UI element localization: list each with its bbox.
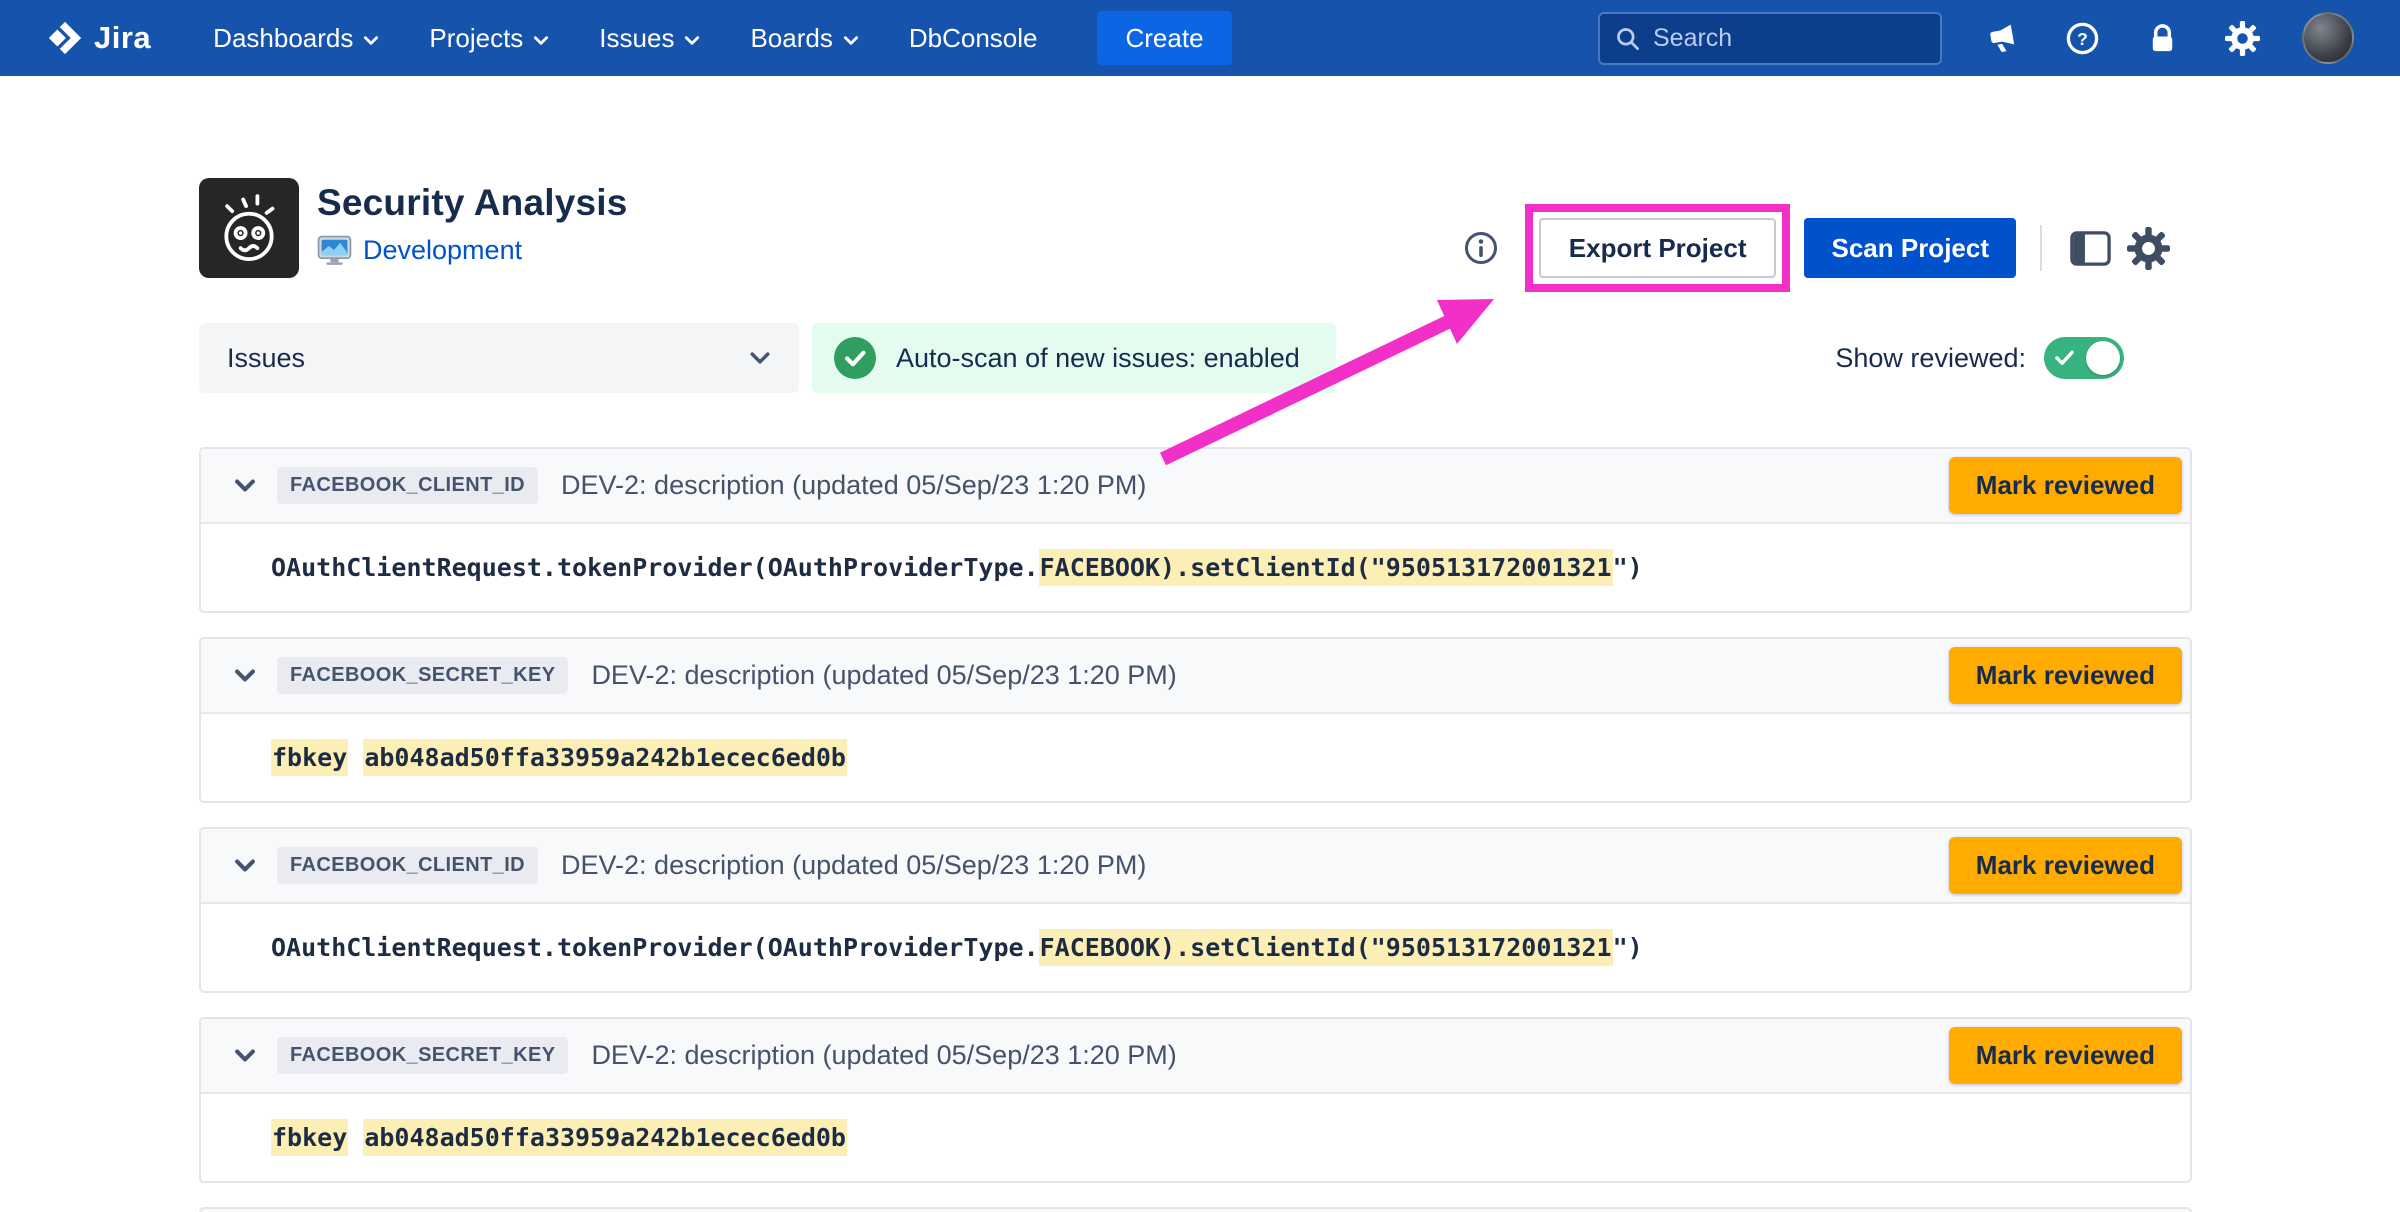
nav-dbconsole[interactable]: DbConsole [909, 23, 1038, 54]
issue-card: FACEBOOK_CLIENT_ID DEV-2: description (u… [199, 447, 2192, 613]
vertical-divider [2040, 225, 2042, 271]
project-meta: Security Analysis Development [317, 178, 628, 278]
dizzy-face-icon [207, 186, 291, 270]
issue-summary: DEV-2: description (updated 05/Sep/23 1:… [561, 850, 1146, 881]
view-filter-select[interactable]: Issues [199, 323, 799, 393]
permissions-lock-icon[interactable] [2142, 18, 2182, 58]
issue-summary: DEV-2: description (updated 05/Sep/23 1:… [561, 470, 1146, 501]
code-snippet: OAuthClientRequest.tokenProvider(OAuthPr… [271, 933, 1643, 962]
issue-summary: DEV-2: description (updated 05/Sep/23 1:… [591, 660, 1176, 691]
view-filter-value: Issues [227, 343, 305, 374]
show-reviewed-control: Show reviewed: [1835, 337, 2124, 379]
issue-summary: DEV-2: description (updated 05/Sep/23 1:… [591, 1040, 1176, 1071]
project-avatar[interactable] [199, 178, 299, 278]
mark-reviewed-button[interactable]: Mark reviewed [1949, 457, 2182, 514]
create-button[interactable]: Create [1097, 11, 1231, 65]
top-navigation: Jira Dashboards Projects Issues Boards D… [0, 0, 2400, 76]
details-panel-icon[interactable] [2066, 224, 2114, 272]
check-circle-icon [834, 337, 876, 379]
code-snippet: fbkey ab048ad50ffa33959a242b1ecec6ed0b [271, 1123, 847, 1152]
code-snippet: OAuthClientRequest.tokenProvider(OAuthPr… [271, 553, 1643, 582]
nav-boards-label: Boards [750, 23, 832, 54]
main-content: Security Analysis Development [199, 76, 2192, 1212]
mark-reviewed-button[interactable]: Mark reviewed [1949, 647, 2182, 704]
jira-logo-icon [46, 19, 84, 57]
finding-type-badge: FACEBOOK_SECRET_KEY [277, 1037, 568, 1074]
nav-boards[interactable]: Boards [750, 23, 858, 54]
info-icon[interactable] [1463, 230, 1499, 266]
finding-type-badge: FACEBOOK_CLIENT_ID [277, 847, 538, 884]
page-title: Security Analysis [317, 182, 628, 224]
toggle-knob [2086, 341, 2120, 375]
show-reviewed-label: Show reviewed: [1835, 343, 2026, 374]
collapse-chevron-icon[interactable] [232, 473, 257, 498]
issue-header[interactable]: FACEBOOK_SECRET_KEY DEV-2: description (… [201, 1019, 2190, 1094]
issue-header[interactable]: FACEBOOK_SECRET_KEY DEV-2: description (… [201, 639, 2190, 714]
project-settings-gear-icon[interactable] [2124, 224, 2172, 272]
chevron-down-icon [533, 35, 549, 46]
project-header: Security Analysis Development [199, 178, 2192, 278]
export-project-button[interactable]: Export Project [1539, 218, 1777, 278]
help-icon[interactable]: ? [2062, 18, 2102, 58]
search-icon [1614, 25, 1641, 52]
nav-dashboards-label: Dashboards [213, 23, 353, 54]
mark-reviewed-button[interactable]: Mark reviewed [1949, 1027, 2182, 1084]
project-category-row: Development [317, 235, 628, 266]
issue-header[interactable]: FACEBOOK_CLIENT_ID DEV-2: description (u… [201, 449, 2190, 524]
chevron-down-icon [749, 351, 771, 365]
header-actions: Export Project Scan Project [1463, 198, 2172, 298]
development-monitor-icon [317, 235, 352, 266]
search-box[interactable] [1598, 12, 1942, 65]
issue-card: FACEBOOK_SECRET_KEY DEV-2: description (… [199, 1017, 2192, 1183]
jira-security-analysis-page: Jira Dashboards Projects Issues Boards D… [0, 0, 2400, 1212]
autoscan-status-badge: Auto-scan of new issues: enabled [812, 323, 1336, 393]
nav-projects[interactable]: Projects [429, 23, 549, 54]
chevron-down-icon [363, 35, 379, 46]
chevron-down-icon [684, 35, 700, 46]
finding-type-badge: FACEBOOK_SECRET_KEY [277, 657, 568, 694]
mark-reviewed-button[interactable]: Mark reviewed [1949, 837, 2182, 894]
main-menu: Dashboards Projects Issues Boards DbCons… [213, 11, 1231, 65]
issue-header[interactable]: FACEBOOK_CLIENT_ID DEV-2: description (u… [201, 829, 2190, 904]
jira-logo-text: Jira [94, 20, 151, 56]
nav-issues[interactable]: Issues [599, 23, 700, 54]
chevron-down-icon [843, 35, 859, 46]
nav-dbconsole-label: DbConsole [909, 23, 1038, 54]
svg-text:?: ? [2077, 28, 2088, 48]
filter-row: Issues Auto-scan of new issues: enabled … [199, 323, 2192, 393]
check-icon [2055, 349, 2074, 367]
annotation-highlight-box: Export Project [1525, 204, 1791, 292]
issue-code-row: fbkey ab048ad50ffa33959a242b1ecec6ed0b [201, 714, 2190, 801]
autoscan-status-text: Auto-scan of new issues: enabled [896, 343, 1300, 374]
show-reviewed-toggle[interactable] [2044, 337, 2124, 379]
user-avatar[interactable] [2302, 12, 2354, 64]
issue-card: FACEBOOK_CLIENT_ID DEV-2: description (u… [199, 827, 2192, 993]
collapse-chevron-icon[interactable] [232, 663, 257, 688]
announcements-megaphone-icon[interactable] [1982, 18, 2022, 58]
nav-issues-label: Issues [599, 23, 674, 54]
issue-code-row: OAuthClientRequest.tokenProvider(OAuthPr… [201, 904, 2190, 991]
issue-list: FACEBOOK_CLIENT_ID DEV-2: description (u… [199, 447, 2192, 1212]
scan-project-button[interactable]: Scan Project [1804, 218, 2016, 278]
search-input[interactable] [1653, 24, 1926, 53]
code-snippet: fbkey ab048ad50ffa33959a242b1ecec6ed0b [271, 743, 847, 772]
admin-gear-icon[interactable] [2222, 18, 2262, 58]
nav-dashboards[interactable]: Dashboards [213, 23, 379, 54]
nav-projects-label: Projects [429, 23, 523, 54]
jira-logo[interactable]: Jira [46, 19, 151, 57]
issue-code-row: fbkey ab048ad50ffa33959a242b1ecec6ed0b [201, 1094, 2190, 1181]
finding-type-badge: FACEBOOK_CLIENT_ID [277, 467, 538, 504]
issue-card: FACEBOOK_SECRET_KEY DEV-2: description (… [199, 637, 2192, 803]
project-category-link[interactable]: Development [363, 235, 522, 266]
collapse-chevron-icon[interactable] [232, 1043, 257, 1068]
issue-code-row: OAuthClientRequest.tokenProvider(OAuthPr… [201, 524, 2190, 611]
next-issue-card-edge [199, 1207, 2192, 1212]
collapse-chevron-icon[interactable] [232, 853, 257, 878]
nav-right-cluster: ? [1598, 12, 2354, 65]
